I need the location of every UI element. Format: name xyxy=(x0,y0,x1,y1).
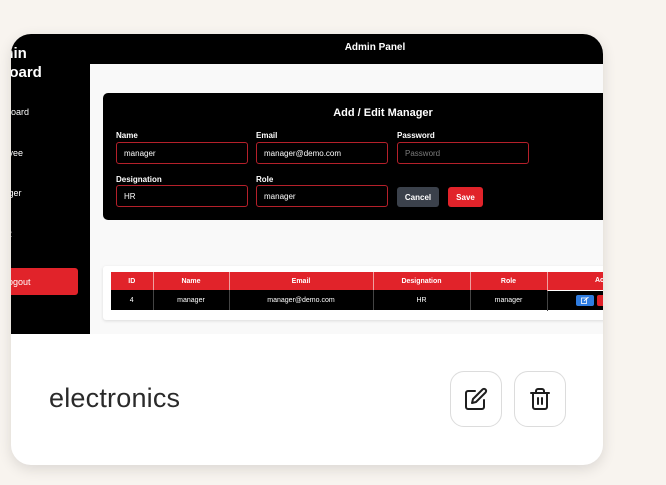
password-label: Password xyxy=(397,131,435,140)
name-input[interactable] xyxy=(116,142,248,164)
column-header-email: Email xyxy=(229,272,374,290)
sidebar-item-hr[interactable]: HR xyxy=(11,229,90,239)
brand-line-2: hboard xyxy=(11,64,42,81)
product-name: electronics xyxy=(49,383,181,413)
form-title: Add / Edit Manager xyxy=(333,107,433,119)
row-delete-button[interactable] xyxy=(596,294,603,306)
sidebar: dmin hboard Dashboard Employee Manager H… xyxy=(11,34,90,334)
cell-designation: HR xyxy=(373,290,471,310)
role-input[interactable] xyxy=(256,185,388,207)
column-header-actions: Actio xyxy=(547,272,603,290)
page-title: Admin Panel xyxy=(344,42,406,53)
cell-role: manager xyxy=(470,290,548,310)
row-edit-button[interactable] xyxy=(575,294,594,306)
password-input[interactable] xyxy=(397,142,529,164)
manager-form: Add / Edit Manager Name Email Password D… xyxy=(103,93,603,220)
column-header-role: Role xyxy=(470,272,548,290)
top-bar: Admin Panel xyxy=(90,34,603,64)
email-label: Email xyxy=(256,131,278,140)
cell-email: manager@demo.com xyxy=(229,290,374,310)
cancel-button[interactable]: Cancel xyxy=(397,187,439,207)
cell-name: manager xyxy=(153,290,230,310)
sidebar-item-manager[interactable]: Manager xyxy=(11,188,90,198)
edit-icon xyxy=(465,387,488,410)
name-label: Name xyxy=(116,131,138,140)
table-row: 4 manager manager@demo.com HR manager xyxy=(111,289,603,311)
brand-line-1: dmin xyxy=(11,45,27,62)
sidebar-brand: dmin hboard xyxy=(11,44,90,82)
sidebar-item-dashboard[interactable]: Dashboard xyxy=(11,107,90,117)
cell-actions xyxy=(546,289,603,311)
logout-button[interactable]: Logout xyxy=(11,268,78,295)
column-header-name: Name xyxy=(153,272,230,290)
table-header-row: ID Name Email Designation Role Actio xyxy=(111,272,603,290)
email-input[interactable] xyxy=(256,142,388,164)
edit-icon xyxy=(580,296,589,304)
column-header-designation: Designation xyxy=(373,272,471,290)
designation-label: Designation xyxy=(116,175,162,184)
sidebar-item-employee[interactable]: Employee xyxy=(11,148,90,158)
role-label: Role xyxy=(256,175,274,184)
product-preview-screenshot: dmin hboard Dashboard Employee Manager H… xyxy=(11,34,603,334)
trash-icon xyxy=(530,388,550,410)
manager-table-container: ID Name Email Designation Role Actio 4 m… xyxy=(103,266,603,320)
column-header-id: ID xyxy=(111,272,154,290)
designation-input[interactable] xyxy=(116,185,248,207)
save-button[interactable]: Save xyxy=(448,187,483,207)
main-content: Add / Edit Manager Name Email Password D… xyxy=(90,64,603,334)
manager-table: ID Name Email Designation Role Actio 4 m… xyxy=(111,272,603,311)
delete-product-button[interactable] xyxy=(514,371,566,427)
edit-product-button[interactable] xyxy=(450,371,502,427)
product-card: dmin hboard Dashboard Employee Manager H… xyxy=(11,34,603,465)
cell-id: 4 xyxy=(111,290,154,310)
